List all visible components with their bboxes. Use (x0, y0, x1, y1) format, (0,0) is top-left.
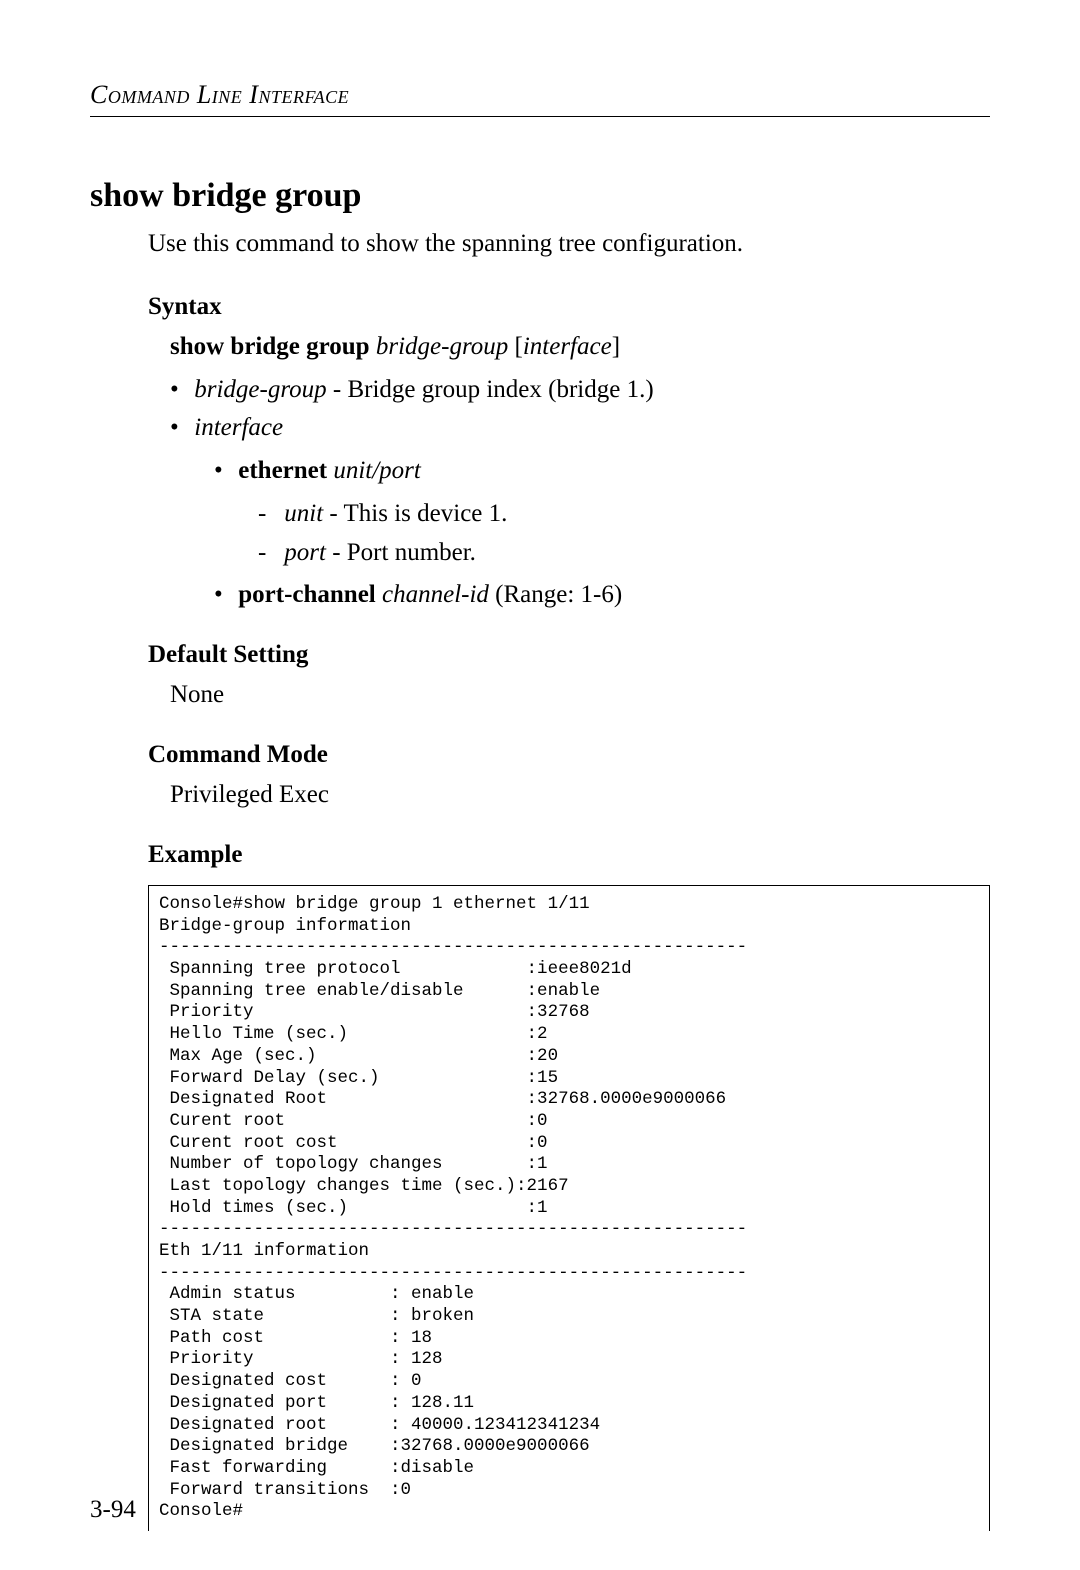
kw-ethernet: ethernet (238, 457, 327, 484)
arg-unit-port: unit/port (333, 457, 421, 484)
bullet-icon: • (170, 409, 188, 448)
page-title: show bridge group (90, 177, 990, 215)
page-container: Command Line Interface show bridge group… (0, 0, 1080, 1570)
syntax-section: Syntax show bridge group bridge-group [i… (148, 287, 990, 616)
syntax-heading: Syntax (148, 287, 990, 327)
arg-channel-id: channel-id (382, 581, 489, 608)
param-name: interface (194, 414, 283, 441)
syntax-line: show bridge group bridge-group [interfac… (170, 327, 990, 367)
example-section: Example (148, 835, 990, 875)
sub-list: • ethernet unit/port - unit - This is de… (214, 452, 990, 615)
param-desc: - Port number. (326, 539, 476, 566)
page-number: 3-94 (90, 1496, 136, 1524)
list-item: • interface • ethernet unit/port - unit … (170, 409, 990, 615)
bullet-icon: • (170, 371, 188, 410)
param-desc: - This is device 1. (323, 500, 507, 527)
dash-icon: - (258, 495, 278, 534)
bullet-icon: • (214, 452, 232, 491)
kw-port-channel: port-channel (238, 581, 376, 608)
dash-icon: - (258, 534, 278, 573)
syntax-arg-interface: interface (523, 333, 612, 360)
bracket-open: [ (515, 333, 523, 360)
bracket-close: ] (612, 333, 620, 360)
command-mode-heading: Command Mode (148, 735, 990, 775)
running-head: Command Line Interface (90, 80, 990, 117)
param-desc: - Bridge group index (bridge 1.) (327, 376, 654, 403)
default-setting-value: None (170, 675, 990, 715)
list-item: • port-channel channel-id (Range: 1-6) (214, 576, 990, 615)
param-name: bridge-group (194, 376, 326, 403)
param-name: port (284, 539, 326, 566)
default-setting-section: Default Setting None (148, 635, 990, 715)
list-item: • ethernet unit/port - unit - This is de… (214, 452, 990, 572)
list-item: - unit - This is device 1. (258, 495, 990, 534)
list-item: - port - Port number. (258, 534, 990, 573)
syntax-arg-bridge-group: bridge-group (376, 333, 508, 360)
command-mode-section: Command Mode Privileged Exec (148, 735, 990, 815)
intro-text: Use this command to show the spanning tr… (148, 225, 990, 263)
command-mode-value: Privileged Exec (170, 775, 990, 815)
syntax-list: • bridge-group - Bridge group index (bri… (170, 371, 990, 616)
console-output: Console#show bridge group 1 ethernet 1/1… (148, 885, 990, 1531)
param-tail: (Range: 1-6) (489, 581, 622, 608)
default-setting-heading: Default Setting (148, 635, 990, 675)
list-item: • bridge-group - Bridge group index (bri… (170, 371, 990, 410)
syntax-command: show bridge group (170, 333, 370, 360)
bullet-icon: • (214, 576, 232, 615)
sub-sub-list: - unit - This is device 1. - port - Port… (258, 495, 990, 573)
param-name: unit (284, 500, 323, 527)
example-heading: Example (148, 835, 990, 875)
